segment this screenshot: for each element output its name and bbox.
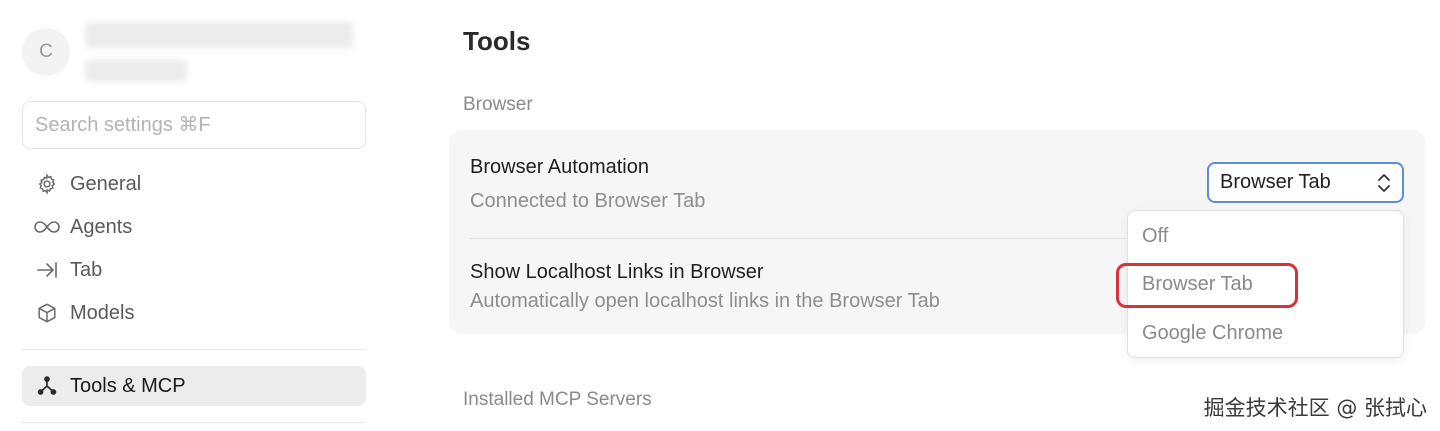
arrow-to-line-icon bbox=[34, 257, 60, 283]
blurred-account-name bbox=[85, 22, 353, 48]
browser-automation-title: Browser Automation bbox=[470, 156, 649, 178]
avatar-initial: C bbox=[39, 41, 53, 62]
sidebar-item-label: Tools & MCP bbox=[70, 374, 186, 397]
cube-icon bbox=[34, 300, 60, 326]
select-value: Browser Tab bbox=[1220, 171, 1331, 193]
sidebar-item-label: Models bbox=[70, 301, 135, 324]
sidebar-item-agents[interactable]: Agents bbox=[22, 207, 366, 247]
sidebar-item-models[interactable]: Models bbox=[22, 293, 366, 333]
sidebar-item-tab[interactable]: Tab bbox=[22, 250, 366, 290]
gear-icon bbox=[34, 171, 60, 197]
section-label-browser: Browser bbox=[463, 94, 533, 115]
localhost-links-title: Show Localhost Links in Browser bbox=[470, 261, 764, 283]
dropdown-option-google-chrome[interactable]: Google Chrome bbox=[1142, 322, 1283, 345]
dropdown-option-off[interactable]: Off bbox=[1142, 225, 1168, 248]
blurred-account-detail bbox=[85, 60, 187, 82]
page-title: Tools bbox=[463, 26, 531, 56]
section-label-mcp: Installed MCP Servers bbox=[463, 389, 652, 410]
sidebar-divider bbox=[22, 422, 366, 423]
browser-automation-subtitle: Connected to Browser Tab bbox=[470, 190, 706, 212]
search-settings-input[interactable] bbox=[22, 101, 366, 149]
sidebar-item-general[interactable]: General bbox=[22, 164, 366, 204]
avatar[interactable]: C bbox=[22, 28, 70, 76]
settings-sidebar: C General Agents Tab bbox=[0, 0, 400, 431]
sidebar-item-tools-mcp[interactable]: Tools & MCP bbox=[22, 366, 366, 406]
sidebar-divider bbox=[22, 349, 366, 350]
infinity-icon bbox=[34, 214, 60, 240]
browser-automation-select[interactable]: Browser Tab bbox=[1207, 162, 1404, 203]
sidebar-item-label: General bbox=[70, 172, 142, 195]
watermark: 掘金技术社区 @ 张拭心 bbox=[1203, 396, 1427, 420]
annotation-highlight-ring bbox=[1116, 263, 1298, 308]
sidebar-item-label: Agents bbox=[70, 215, 133, 238]
localhost-links-subtitle: Automatically open localhost links in th… bbox=[470, 290, 940, 312]
tools-nodes-icon bbox=[34, 373, 60, 399]
sidebar-item-label: Tab bbox=[70, 258, 103, 281]
chevron-up-down-icon bbox=[1376, 172, 1392, 199]
